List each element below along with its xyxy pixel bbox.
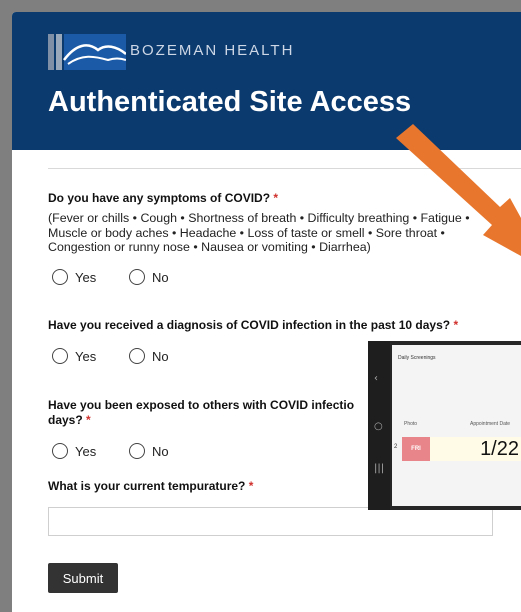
question-symptoms: Do you have any symptoms of COVID? *: [48, 191, 278, 206]
radio-label: Yes: [75, 348, 97, 364]
required-marker: *: [248, 479, 254, 493]
question-symptoms-label: Do you have any symptoms of COVID?: [48, 191, 271, 205]
question-exposure-label-line2: days?: [48, 413, 83, 427]
form-card: BOZEMAN HEALTH Authenticated Site Access…: [12, 12, 521, 612]
symptoms-no-radio[interactable]: No: [129, 269, 169, 285]
col-date: Appointment Date: [470, 421, 511, 427]
question-exposure-label-line1: Have you been exposed to others with COV…: [48, 398, 355, 412]
page-title: Authenticated Site Access: [48, 86, 412, 118]
home-circle-icon: ○: [374, 421, 383, 432]
radio-label: No: [152, 443, 169, 459]
tablet-photo-inset: ‹ ○ ||| Daily Screenings Photo Appointme…: [368, 341, 521, 510]
required-marker: *: [453, 318, 459, 332]
question-temperature: What is your current tempurature? *: [48, 479, 253, 494]
row-date: 1/22: [430, 437, 521, 461]
radio-circle-icon: [129, 348, 145, 364]
temperature-input[interactable]: [48, 507, 493, 536]
recent-apps-icon: |||: [374, 463, 385, 474]
tablet-screen-title: Daily Screenings: [398, 355, 436, 361]
exposure-no-radio[interactable]: No: [129, 443, 169, 459]
col-photo: Photo: [404, 421, 418, 427]
tablet-screen: Daily Screenings Photo Appointment Date …: [392, 345, 521, 506]
radio-circle-icon: [52, 269, 68, 285]
symptoms-yes-radio[interactable]: Yes: [52, 269, 96, 285]
question-diagnosis: Have you received a diagnosis of COVID i…: [48, 318, 458, 333]
row-number: 2: [394, 444, 398, 450]
symptoms-description: (Fever or chills • Cough • Shortness of …: [48, 211, 470, 254]
exposure-yes-radio[interactable]: Yes: [52, 443, 96, 459]
tablet-table-header: Photo Appointment Date: [400, 421, 521, 431]
radio-circle-icon: [52, 443, 68, 459]
question-temperature-label: What is your current tempurature?: [48, 479, 246, 493]
tablet-table-row: 2 FRI 1/22: [394, 436, 521, 462]
radio-circle-icon: [52, 348, 68, 364]
row-day-badge: FRI: [402, 437, 430, 461]
radio-label: No: [152, 348, 169, 364]
question-diagnosis-label: Have you received a diagnosis of COVID i…: [48, 318, 451, 332]
header-banner: BOZEMAN HEALTH Authenticated Site Access: [12, 12, 521, 150]
required-marker: *: [86, 413, 91, 427]
brand-name: BOZEMAN HEALTH: [130, 42, 295, 59]
divider: [48, 168, 521, 169]
back-chevron-icon: ‹: [374, 373, 378, 384]
required-marker: *: [273, 191, 279, 205]
tablet-nav-rail: ‹ ○ |||: [368, 341, 390, 510]
diagnosis-no-radio[interactable]: No: [129, 348, 169, 364]
question-exposure: Have you been exposed to others with COV…: [48, 398, 354, 428]
radio-label: No: [152, 269, 169, 285]
radio-label: Yes: [75, 269, 97, 285]
radio-circle-icon: [129, 269, 145, 285]
radio-label: Yes: [75, 443, 97, 459]
diagnosis-yes-radio[interactable]: Yes: [52, 348, 96, 364]
submit-button[interactable]: Submit: [48, 563, 118, 593]
bozeman-health-logo: [48, 34, 126, 70]
radio-circle-icon: [129, 443, 145, 459]
